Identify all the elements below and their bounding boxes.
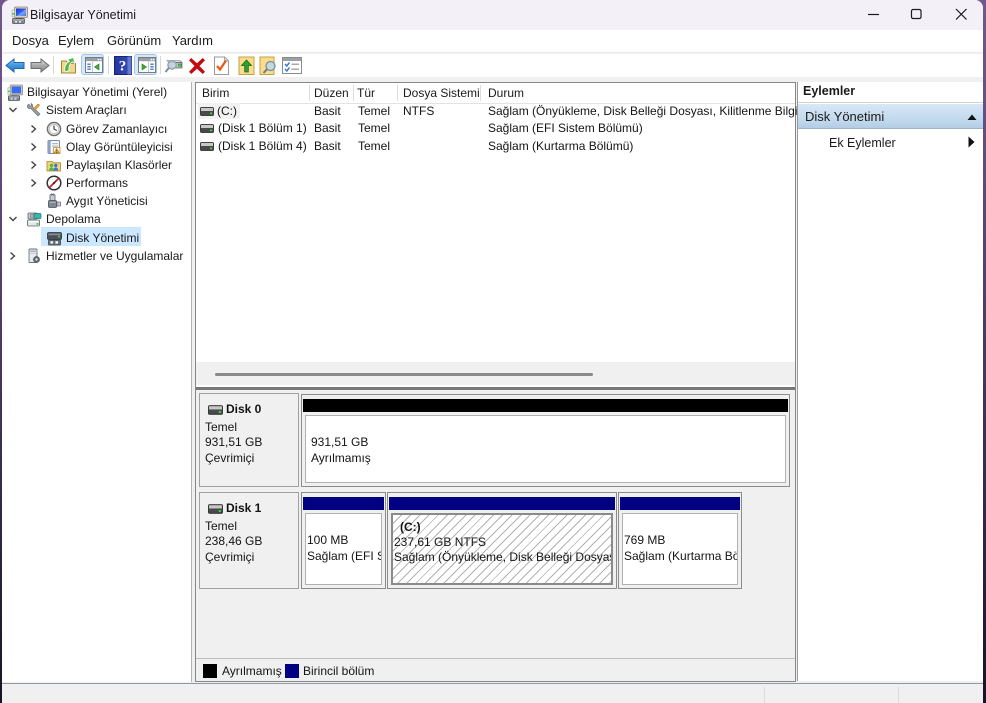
svg-text:?: ? bbox=[119, 59, 127, 75]
